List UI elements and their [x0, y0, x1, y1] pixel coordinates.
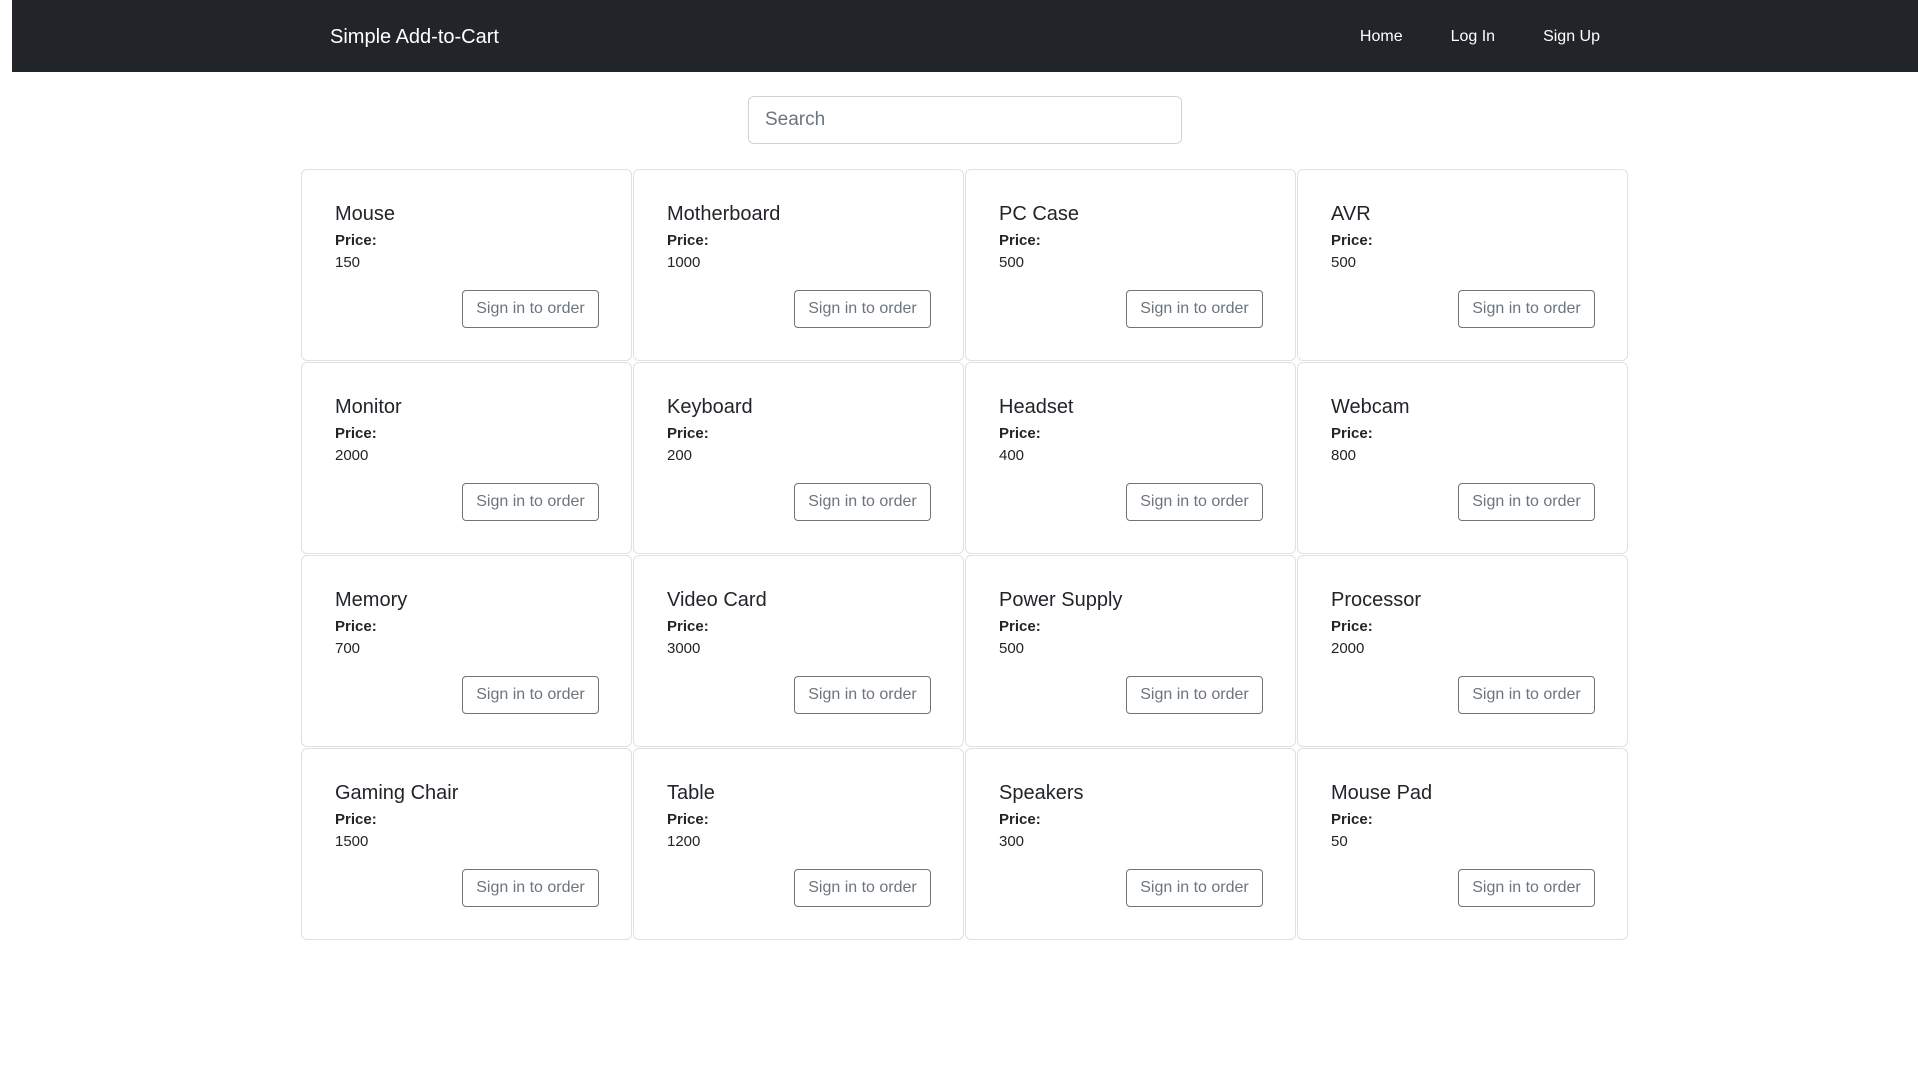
price-label: Price:: [335, 232, 377, 249]
product-price: 200: [667, 447, 693, 464]
product-price: 500: [1331, 254, 1357, 271]
price-label: Price:: [335, 811, 377, 828]
product-grid: Mouse Price: 150 Sign in to order Mother…: [301, 169, 1629, 940]
product-card: AVR Price: 500 Sign in to order: [1297, 169, 1628, 361]
nav-links: Home Log In Sign Up: [1360, 0, 1600, 72]
product-card: Power Supply Price: 500 Sign in to order: [965, 555, 1296, 747]
product-card: Speakers Price: 300 Sign in to order: [965, 748, 1296, 940]
price-label: Price:: [999, 811, 1041, 828]
product-name: Headset: [999, 396, 1074, 418]
product-price: 800: [1331, 447, 1357, 464]
sign-in-to-order-button[interactable]: Sign in to order: [1458, 869, 1595, 907]
price-label: Price:: [1331, 811, 1373, 828]
sign-in-to-order-button[interactable]: Sign in to order: [462, 869, 599, 907]
product-card: Webcam Price: 800 Sign in to order: [1297, 362, 1628, 554]
nav-link-log-in[interactable]: Log In: [1451, 0, 1495, 72]
sign-in-to-order-button[interactable]: Sign in to order: [794, 869, 931, 907]
sign-in-to-order-button[interactable]: Sign in to order: [1126, 869, 1263, 907]
product-name: Table: [667, 782, 715, 804]
product-price: 500: [999, 254, 1025, 271]
sign-in-to-order-button[interactable]: Sign in to order: [1458, 483, 1595, 521]
price-label: Price:: [999, 232, 1041, 249]
nav-link-home[interactable]: Home: [1360, 0, 1403, 72]
price-label: Price:: [1331, 618, 1373, 635]
sign-in-to-order-button[interactable]: Sign in to order: [794, 676, 931, 714]
price-label: Price:: [667, 232, 709, 249]
product-price: 1200: [667, 833, 701, 850]
sign-in-to-order-button[interactable]: Sign in to order: [1458, 290, 1595, 328]
product-price: 50: [1331, 833, 1348, 850]
product-card: Motherboard Price: 1000 Sign in to order: [633, 169, 964, 361]
product-name: Video Card: [667, 589, 767, 611]
product-price: 400: [999, 447, 1025, 464]
product-name: Webcam: [1331, 396, 1410, 418]
product-price: 1500: [335, 833, 369, 850]
product-name: AVR: [1331, 203, 1371, 225]
search-container: [748, 96, 1182, 144]
product-price: 150: [335, 254, 361, 271]
product-price: 500: [999, 640, 1025, 657]
price-label: Price:: [999, 618, 1041, 635]
product-card: Monitor Price: 2000 Sign in to order: [301, 362, 632, 554]
product-price: 700: [335, 640, 361, 657]
price-label: Price:: [667, 425, 709, 442]
product-price: 2000: [335, 447, 369, 464]
price-label: Price:: [667, 811, 709, 828]
price-label: Price:: [335, 618, 377, 635]
product-card: Video Card Price: 3000 Sign in to order: [633, 555, 964, 747]
sign-in-to-order-button[interactable]: Sign in to order: [1126, 676, 1263, 714]
product-name: Power Supply: [999, 589, 1123, 611]
product-price: 3000: [667, 640, 701, 657]
product-name: Memory: [335, 589, 408, 611]
product-name: Keyboard: [667, 396, 753, 418]
sign-in-to-order-button[interactable]: Sign in to order: [794, 483, 931, 521]
sign-in-to-order-button[interactable]: Sign in to order: [462, 676, 599, 714]
navbar-brand[interactable]: Simple Add-to-Cart: [330, 0, 499, 74]
product-price: 300: [999, 833, 1025, 850]
product-name: Speakers: [999, 782, 1084, 804]
product-card: Memory Price: 700 Sign in to order: [301, 555, 632, 747]
product-name: PC Case: [999, 203, 1080, 225]
price-label: Price:: [335, 425, 377, 442]
product-price: 1000: [667, 254, 701, 271]
price-label: Price:: [1331, 232, 1373, 249]
nav-link-sign-up[interactable]: Sign Up: [1543, 0, 1600, 72]
sign-in-to-order-button[interactable]: Sign in to order: [1126, 483, 1263, 521]
sign-in-to-order-button[interactable]: Sign in to order: [794, 290, 931, 328]
product-name: Mouse: [335, 203, 396, 225]
product-card: Keyboard Price: 200 Sign in to order: [633, 362, 964, 554]
navbar: Simple Add-to-Cart Home Log In Sign Up: [12, 0, 1918, 72]
product-card: PC Case Price: 500 Sign in to order: [965, 169, 1296, 361]
product-name: Mouse Pad: [1331, 782, 1433, 804]
price-label: Price:: [667, 618, 709, 635]
product-name: Processor: [1331, 589, 1422, 611]
search-input[interactable]: [748, 96, 1182, 144]
price-label: Price:: [1331, 425, 1373, 442]
product-card: Mouse Price: 150 Sign in to order: [301, 169, 632, 361]
sign-in-to-order-button[interactable]: Sign in to order: [462, 290, 599, 328]
product-name: Monitor: [335, 396, 402, 418]
sign-in-to-order-button[interactable]: Sign in to order: [1458, 676, 1595, 714]
sign-in-to-order-button[interactable]: Sign in to order: [462, 483, 599, 521]
sign-in-to-order-button[interactable]: Sign in to order: [1126, 290, 1263, 328]
product-card: Mouse Pad Price: 50 Sign in to order: [1297, 748, 1628, 940]
product-price: 2000: [1331, 640, 1365, 657]
product-card: Table Price: 1200 Sign in to order: [633, 748, 964, 940]
product-card: Headset Price: 400 Sign in to order: [965, 362, 1296, 554]
product-name: Gaming Chair: [335, 782, 459, 804]
product-card: Processor Price: 2000 Sign in to order: [1297, 555, 1628, 747]
price-label: Price:: [999, 425, 1041, 442]
product-name: Motherboard: [667, 203, 781, 225]
product-card: Gaming Chair Price: 1500 Sign in to orde…: [301, 748, 632, 940]
